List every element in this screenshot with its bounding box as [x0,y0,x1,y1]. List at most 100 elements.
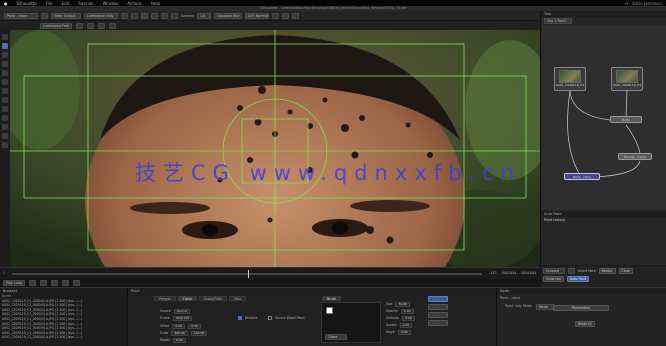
timeline[interactable]: 1 133 0001844 0001844 [0,267,540,279]
hand-tool-icon[interactable] [2,133,8,139]
paint-mode-button-2[interactable] [428,304,448,310]
ports-node[interactable]: Ports [610,116,642,123]
relative-toggle[interactable]: Relative [238,316,257,320]
size-value[interactable]: 70.00 [395,302,410,307]
paint-node[interactable]: Paint - clone [564,173,600,180]
replay-button[interactable]: Replay [598,268,616,274]
source-wipe-toggle[interactable]: Source Wipe/Offset [268,316,305,320]
menu-item-edit[interactable]: Edit [62,1,70,6]
menu-item-session[interactable]: Session [78,1,93,6]
frame-value[interactable]: 0000133 [172,316,193,321]
transform-tool-icon[interactable] [2,124,8,130]
zoom-tool-icon[interactable] [2,142,8,148]
brush-tool-icon[interactable] [2,43,8,49]
menu-item-file[interactable]: File [46,1,53,6]
paint-mode-button-3[interactable] [428,312,448,318]
brush-type-select[interactable]: Clone [325,334,347,340]
tab-grade-filter[interactable]: Grade/Filter [198,296,228,301]
opacity-value[interactable]: 1.00 [400,309,414,314]
luminance-select[interactable]: Luminance Free [40,22,72,29]
zoom-fit-icon[interactable] [272,12,280,19]
tab-clone[interactable]: Clone [177,296,197,301]
brush-swatch[interactable] [326,307,333,314]
apple-menu-icon[interactable]: ● [4,1,8,6]
relative-checkbox[interactable] [238,316,242,320]
parameters-header[interactable]: Parameters [553,305,609,311]
grid-icon[interactable] [161,12,168,19]
tab-presets[interactable]: Presets [154,296,176,301]
tab-brush[interactable]: Brush [322,296,342,301]
aspect-value[interactable]: 1.00 [399,323,413,328]
dodge-tool-icon[interactable] [2,88,8,94]
eraser-tool-icon[interactable] [2,61,8,67]
tab-misc[interactable]: Misc [229,296,247,301]
rotate-value[interactable]: 0.00 [173,338,186,343]
menu-app-name[interactable]: Silhouette [17,1,37,6]
timeline-track[interactable] [12,273,482,275]
end-frame-b[interactable]: 0001844 [521,271,536,275]
view-options-icon[interactable] [41,12,48,19]
step-icon[interactable] [568,268,575,274]
play-icon[interactable] [62,280,69,286]
offset-x[interactable]: 0.00 [172,324,185,329]
brush-preset-icon[interactable] [76,22,83,29]
clone-tool-icon[interactable] [2,52,8,58]
roi-icon[interactable] [141,12,148,19]
offset-y[interactable]: 0.00 [187,324,201,329]
fill-tool-icon[interactable] [2,115,8,121]
paint-history-item[interactable]: Paint History [541,217,666,223]
source-value[interactable]: Source [173,309,190,314]
current-frame[interactable]: 133 [490,271,496,275]
view-mode-select[interactable]: View: Output [51,12,81,19]
brush-preview[interactable]: Clone [321,302,381,343]
view-select[interactable]: Paint - clone [4,12,38,19]
proxy-icon[interactable] [171,12,178,19]
go-end-icon[interactable] [73,280,80,286]
softness-value[interactable]: 0.50 [402,316,415,321]
reveal-icon[interactable] [109,22,116,29]
end-frame-a[interactable]: 0001844 [502,271,517,275]
playhead[interactable] [248,270,249,278]
menu-item-actions[interactable]: Actions [127,1,142,6]
reset-all-button[interactable]: Reset all [575,321,595,327]
smear-tool-icon[interactable] [2,79,8,85]
channel-select[interactable]: Luminance Only [84,12,118,19]
menu-item-help[interactable]: Help [151,1,160,6]
auto-paint-button[interactable]: Auto Paint [566,276,590,282]
mask-icon[interactable] [131,12,138,19]
gamma-value[interactable]: 1.0 [197,12,212,19]
scale-x[interactable]: 100.00 [171,331,188,336]
overlay-icon[interactable] [121,12,128,19]
clear-button[interactable]: Clear [618,268,633,274]
select-tool-icon[interactable] [2,34,8,40]
angle-value[interactable]: 0.00 [397,330,411,335]
lut-select[interactable]: LUT: Normal [245,12,270,19]
play-reverse-icon[interactable] [40,280,47,286]
fullscreen-icon[interactable] [292,12,300,19]
clear-list-button[interactable]: Clear List [543,276,564,282]
node-name[interactable]: Paint - clone [500,296,520,300]
tree-canvas[interactable]: A001_C029119_C1 A001_C029119_C1 Ports Tr… [542,25,666,210]
go-start-icon[interactable] [29,280,36,286]
burn-tool-icon[interactable] [2,97,8,103]
stroke-icon[interactable] [87,22,94,29]
zoom-100-icon[interactable] [282,12,290,19]
erase-icon[interactable] [98,22,105,29]
paint-mode-button-1[interactable] [428,296,448,302]
scale-y[interactable]: 100.00 [190,331,208,336]
source-node-2[interactable]: A001_C029119_C1 [611,67,643,91]
playback-mode-select[interactable]: Play Loop [3,280,25,286]
mode-select[interactable]: Mode [535,304,554,310]
user-name[interactable]: Katie Jamieson [632,1,662,6]
viewer-canvas[interactable]: 技艺CG www.qdnxxfb.cn [10,30,540,267]
file-row[interactable]: A001_C029119_C1_0000(0).A.JPG [1-500] (s… [0,335,127,340]
source-node-1[interactable]: A001_C029119_C1 [554,67,586,91]
stop-icon[interactable] [51,280,58,286]
paint-mode-button-4[interactable] [428,320,448,326]
source-wipe-checkbox[interactable] [268,316,272,320]
compare-icon[interactable] [151,12,158,19]
blur-tool-icon[interactable] [2,70,8,76]
display-select[interactable]: Gaussian Blur [214,12,243,19]
tracker-node[interactable]: Tracker - Clone [618,153,652,160]
menu-item-window[interactable]: Window [103,1,119,6]
